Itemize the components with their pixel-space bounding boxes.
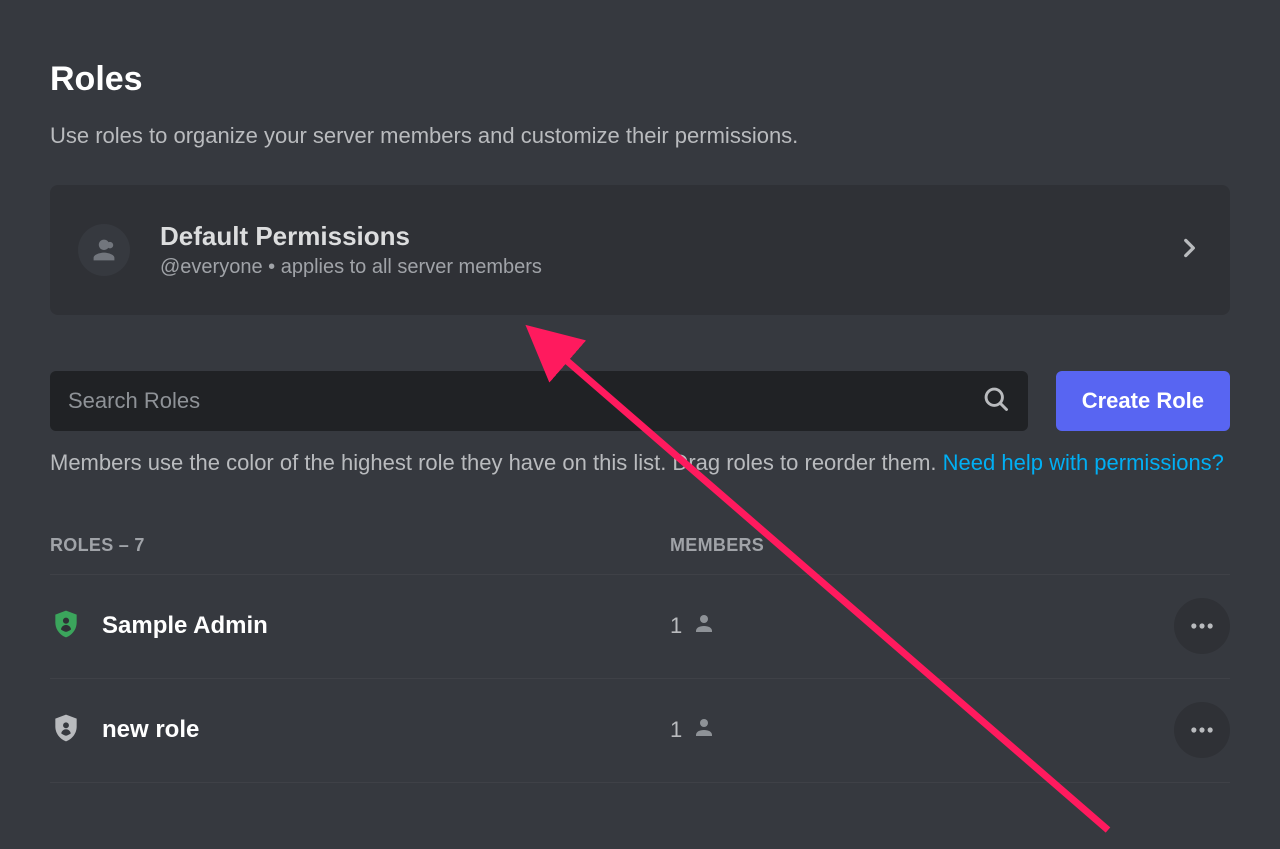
role-more-button[interactable]: [1174, 702, 1230, 758]
role-member-count: 1: [670, 613, 682, 639]
person-icon: [692, 715, 716, 745]
chevron-right-icon: [1176, 235, 1202, 266]
users-icon: [78, 224, 130, 276]
role-shield-icon: [50, 712, 82, 749]
search-icon: [982, 385, 1010, 418]
role-row[interactable]: Sample Admin 1: [50, 575, 1230, 679]
default-permissions-card[interactable]: Default Permissions @everyone • applies …: [50, 185, 1230, 315]
person-icon: [692, 611, 716, 641]
help-text-body: Members use the color of the highest rol…: [50, 450, 943, 475]
role-member-count: 1: [670, 717, 682, 743]
role-name: new role: [102, 716, 199, 744]
roles-column-header: Roles – 7: [50, 535, 670, 556]
role-list: Sample Admin 1 new role 1: [50, 575, 1230, 783]
default-permissions-title: Default Permissions: [160, 221, 1176, 252]
default-permissions-subtitle: @everyone • applies to all server member…: [160, 256, 1176, 279]
role-row[interactable]: new role 1: [50, 679, 1230, 783]
help-text: Members use the color of the highest rol…: [50, 447, 1230, 479]
role-more-button[interactable]: [1174, 598, 1230, 654]
role-name: Sample Admin: [102, 612, 268, 640]
search-wrap[interactable]: [50, 371, 1028, 431]
search-input[interactable]: [68, 388, 982, 414]
role-shield-icon: [50, 608, 82, 645]
help-link[interactable]: Need help with permissions?: [943, 450, 1224, 475]
page-title: Roles: [50, 60, 1230, 99]
page-subtitle: Use roles to organize your server member…: [50, 123, 1230, 149]
create-role-button[interactable]: Create Role: [1056, 371, 1230, 431]
members-column-header: Members: [670, 535, 970, 556]
